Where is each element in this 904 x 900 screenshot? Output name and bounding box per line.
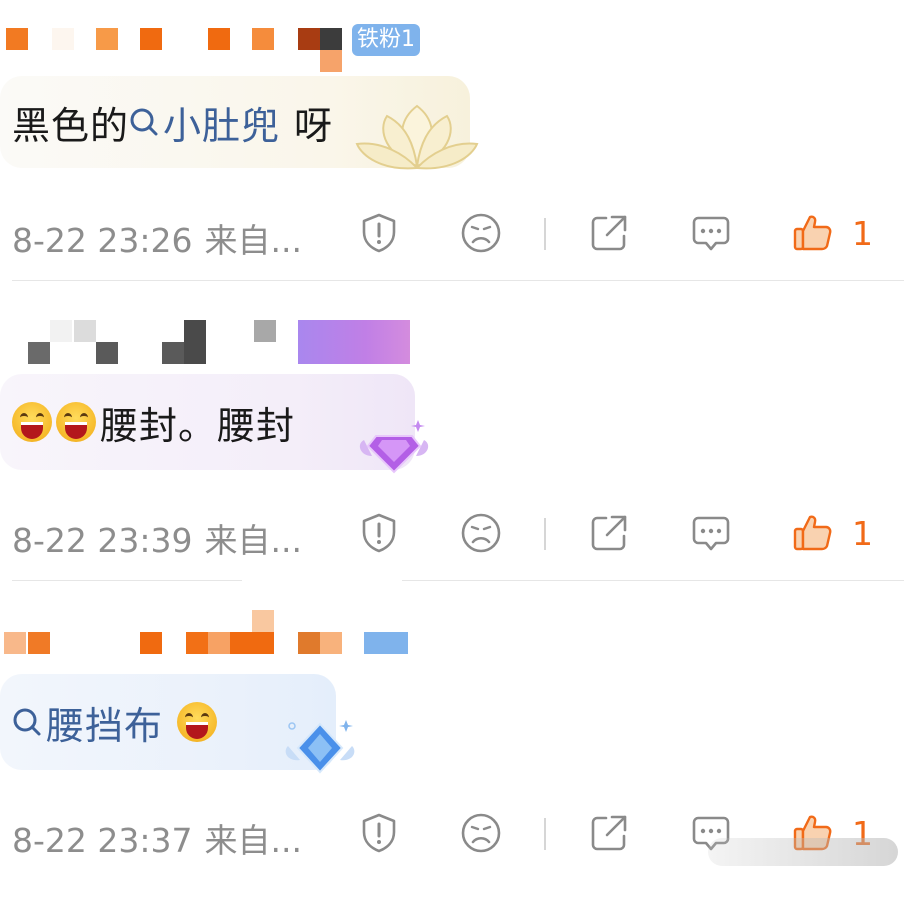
dislike-button[interactable] [460, 212, 502, 254]
comment-text-prefix: 黑色的 [12, 103, 130, 148]
share-button[interactable] [588, 212, 630, 254]
sad-face-icon [461, 213, 501, 253]
comment-text: 腰封。腰封 [0, 374, 415, 470]
topic-label: 小肚兜 [163, 103, 281, 148]
comment-time: 8-22 23:39 来自... [12, 514, 302, 562]
watermark-overlay [708, 838, 898, 866]
share-icon [591, 515, 627, 551]
divider [544, 518, 546, 550]
comment-bubble-icon [692, 516, 730, 551]
source-label[interactable]: 来自... [205, 221, 302, 260]
fan-badge: 铁粉1 [352, 24, 420, 56]
sad-face-icon [461, 813, 501, 853]
username-censored[interactable] [0, 606, 440, 656]
reply-button[interactable] [690, 512, 732, 554]
share-icon [591, 215, 627, 251]
timestamp: 8-22 23:37 [12, 821, 193, 860]
dislike-button[interactable] [460, 512, 502, 554]
comment-time: 8-22 23:26 来自... [12, 214, 302, 262]
blue-diamond-badge-icon [285, 720, 355, 774]
username-censored[interactable] [0, 316, 440, 366]
thumbs-up-icon [793, 215, 832, 251]
share-button[interactable] [588, 812, 630, 854]
reply-button[interactable] [690, 212, 732, 254]
like-button[interactable] [792, 212, 834, 254]
share-button[interactable] [588, 512, 630, 554]
shield-alert-icon [362, 213, 396, 253]
report-button[interactable] [358, 812, 400, 854]
comment-item: 铁粉1 黑色的 小肚兜 呀 8-22 23:26 来自... 1 [0, 0, 904, 300]
comment-separator [12, 580, 904, 581]
topic-label: 腰挡布 [46, 703, 164, 748]
topic-link[interactable]: 腰挡布 [12, 695, 163, 750]
search-icon [130, 108, 158, 136]
like-button[interactable] [792, 512, 834, 554]
report-button[interactable] [358, 212, 400, 254]
share-icon [591, 815, 627, 851]
comment-bubble-icon [692, 216, 730, 251]
laughing-emoji-icon [56, 402, 96, 442]
comment-item: 腰封。腰封 8-22 23:39 来自... 1 [0, 300, 904, 600]
comment-text-body: 腰封。腰封 [100, 403, 296, 448]
report-button[interactable] [358, 512, 400, 554]
topic-link[interactable]: 小肚兜 [129, 95, 280, 150]
sad-face-icon [461, 513, 501, 553]
divider [544, 818, 546, 850]
comment-time: 8-22 23:37 来自... [12, 814, 302, 862]
lotus-decoration-icon [355, 104, 479, 170]
timestamp: 8-22 23:26 [12, 221, 193, 260]
comment-text-suffix: 呀 [294, 103, 334, 148]
like-count: 1 [852, 514, 873, 553]
thumbs-up-icon [793, 515, 832, 551]
shield-alert-icon [362, 813, 396, 853]
search-icon [13, 708, 41, 736]
laughing-emoji-icon [12, 402, 52, 442]
like-count: 1 [852, 214, 873, 253]
shield-alert-icon [362, 513, 396, 553]
source-label[interactable]: 来自... [205, 821, 302, 860]
comment-meta: 8-22 23:26 来自... 1 [0, 212, 904, 260]
comment-separator [12, 280, 904, 281]
purple-diamond-badge-icon [359, 420, 429, 474]
source-label[interactable]: 来自... [205, 521, 302, 560]
divider [544, 218, 546, 250]
dislike-button[interactable] [460, 812, 502, 854]
crying-laughing-emoji-icon [177, 702, 218, 742]
comment-meta: 8-22 23:39 来自... 1 [0, 512, 904, 560]
timestamp: 8-22 23:39 [12, 521, 193, 560]
